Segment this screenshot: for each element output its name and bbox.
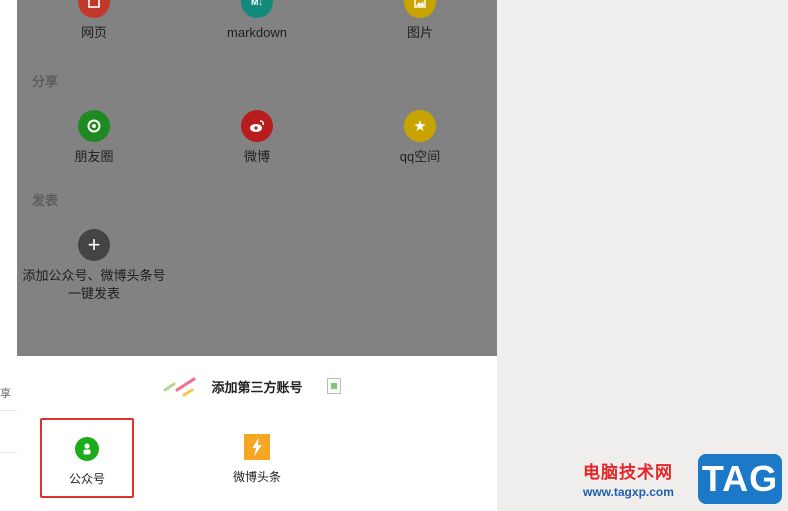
divider [0, 410, 17, 411]
account-wechat-official[interactable]: 公众号 [40, 418, 134, 498]
share-weibo-label: 微博 [243, 149, 270, 164]
export-image-label: 图片 [406, 25, 433, 40]
broken-image-icon [327, 378, 341, 394]
share-panel: 网页 M↓ markdown 图片 分享 朋友圈 微博 ★ qq空间 发表 + … [17, 0, 497, 511]
add-third-party-account-title: 添加第三方账号 [211, 380, 303, 395]
moments-icon [78, 110, 110, 142]
export-image-item[interactable]: 图片 [350, 0, 490, 42]
weibo-headline-icon [244, 434, 270, 460]
account-wechat-official-label: 公众号 [68, 472, 105, 486]
publish-section-title: 发表 [32, 193, 59, 208]
qzone-icon: ★ [404, 110, 436, 142]
share-moments-label: 朋友圈 [74, 149, 114, 164]
wechat-official-account-icon [74, 436, 100, 462]
markdown-icon: M↓ [241, 0, 273, 18]
background-text-fragment: 享 [0, 388, 11, 400]
export-webpage-label: 网页 [80, 25, 107, 40]
share-moments-item[interactable]: 朋友圈 [24, 110, 164, 166]
add-publish-account-label: 添加公众号、微博头条号 一键发表 [22, 268, 166, 301]
dimmed-overlay[interactable]: 网页 M↓ markdown 图片 分享 朋友圈 微博 ★ qq空间 发表 + … [17, 0, 497, 356]
account-weibo-headline[interactable]: 微博头条 [210, 418, 304, 498]
webpage-icon [78, 0, 110, 18]
export-markdown-label: markdown [227, 25, 287, 40]
share-section-title: 分享 [32, 74, 59, 89]
plus-icon: + [78, 229, 110, 261]
decorative-strokes-icon [163, 377, 196, 397]
background-window-edge: 享 [0, 0, 17, 511]
site-watermark: 电脑技术网 www.tagxp.com TAG [580, 452, 788, 511]
export-markdown-item[interactable]: M↓ markdown [187, 0, 327, 42]
watermark-url: www.tagxp.com [583, 485, 674, 499]
divider [0, 452, 17, 453]
share-qzone-label: qq空间 [399, 149, 441, 164]
add-publish-account-item[interactable]: + 添加公众号、微博头条号 一键发表 [19, 229, 169, 303]
watermark-site-name: 电脑技术网 [583, 463, 673, 482]
weibo-icon [241, 110, 273, 142]
share-weibo-item[interactable]: 微博 [187, 110, 327, 166]
export-webpage-item[interactable]: 网页 [24, 0, 164, 42]
image-icon [404, 0, 436, 18]
account-weibo-headline-label: 微博头条 [232, 470, 281, 484]
watermark-tag-logo: TAG [698, 454, 782, 504]
share-qzone-item[interactable]: ★ qq空间 [350, 110, 490, 166]
